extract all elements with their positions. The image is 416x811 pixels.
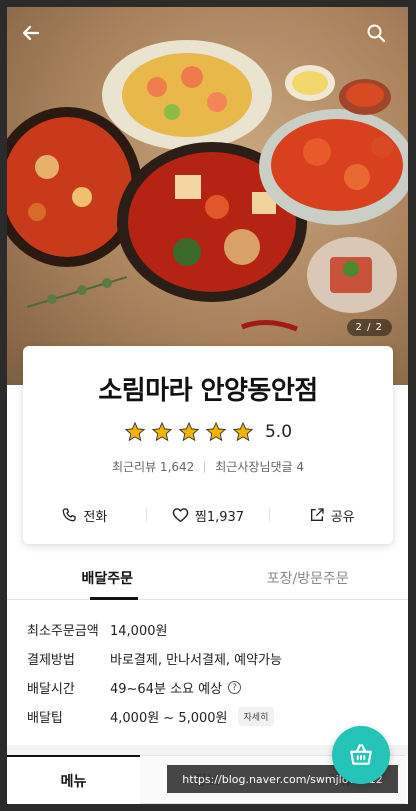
star-icon (124, 421, 146, 442)
rating-row[interactable]: 5.0 (23, 421, 393, 443)
review-summary: 최근리뷰 1,642 최근사장님댓글 4 (23, 458, 393, 475)
star-icon (205, 421, 227, 442)
info-row-delivery-time: 배달시간 49~64분 소요 예상 ? (27, 673, 397, 702)
info-label: 결제방법 (27, 653, 75, 668)
phone-icon (63, 508, 77, 522)
info-row-min-order: 최소주문금액 14,000원 (27, 615, 397, 644)
divider (204, 460, 206, 473)
share-icon (310, 508, 324, 521)
tab-delivery-order[interactable]: 배달주문 (7, 560, 208, 600)
tip-detail-button[interactable]: 자세히 (237, 707, 275, 726)
star-icon (232, 421, 254, 442)
info-label: 배달팁 (27, 711, 63, 726)
app-frame: 2 / 2 소림마라 안양동안점 5.0 최근리뷰 1,642 최근사장님댓글 … (7, 7, 408, 804)
info-value: 14,000원 (110, 624, 168, 639)
heart-icon (172, 508, 189, 523)
call-label: 전화 (83, 509, 108, 525)
info-value: 4,000원 ~ 5,000원 (110, 711, 228, 726)
favorite-count-label: 찜1,937 (194, 509, 245, 525)
action-bar: 전화 찜1,937 공유 (23, 498, 393, 532)
owner-replies-link[interactable]: 최근사장님댓글 4 (215, 458, 304, 475)
info-row-delivery-tip: 배달팁 4,000원 ~ 5,000원 자세히 (27, 702, 397, 731)
tab-pickup-order[interactable]: 포장/방문주문 (208, 560, 409, 599)
info-label: 배달시간 (27, 682, 75, 697)
help-icon[interactable]: ? (228, 681, 242, 694)
info-value-wrap: 4,000원 ~ 5,000원 자세히 (110, 707, 275, 726)
recent-reviews-link[interactable]: 최근리뷰 1,642 (112, 458, 194, 475)
back-arrow-icon (22, 25, 40, 41)
search-icon (367, 24, 386, 43)
shopping-basket-icon (350, 744, 372, 765)
star-icon (151, 421, 173, 442)
favorite-button[interactable]: 찜1,937 (147, 506, 270, 525)
hero-image[interactable]: 2 / 2 (7, 7, 408, 385)
image-page-counter: 2 / 2 (346, 319, 392, 336)
star-icon (178, 421, 200, 442)
info-value: 바로결제, 만나서결제, 예약가능 (110, 653, 283, 668)
rating-value: 5.0 (264, 422, 293, 442)
share-button[interactable]: 공유 (270, 506, 393, 525)
back-button[interactable] (21, 23, 49, 51)
info-label: 최소주문금액 (27, 624, 99, 639)
call-button[interactable]: 전화 (23, 506, 146, 525)
share-label: 공유 (330, 509, 355, 525)
cart-button[interactable] (332, 726, 390, 784)
info-value: 49~64분 소요 예상 (110, 682, 223, 697)
tab-menu[interactable]: 메뉴 (7, 755, 140, 804)
order-type-tabs: 배달주문 포장/방문주문 (7, 560, 408, 600)
delivery-info: 최소주문금액 14,000원 결제방법 바로결제, 만나서결제, 예약가능 배달… (27, 615, 397, 731)
info-row-payment: 결제방법 바로결제, 만나서결제, 예약가능 (27, 644, 397, 673)
store-info-card: 소림마라 안양동안점 5.0 최근리뷰 1,642 최근사장님댓글 4 전화 찜… (23, 346, 393, 544)
search-button[interactable] (366, 23, 394, 51)
info-value-wrap: 49~64분 소요 예상 ? (110, 678, 242, 697)
store-name: 소림마라 안양동안점 (98, 376, 318, 406)
